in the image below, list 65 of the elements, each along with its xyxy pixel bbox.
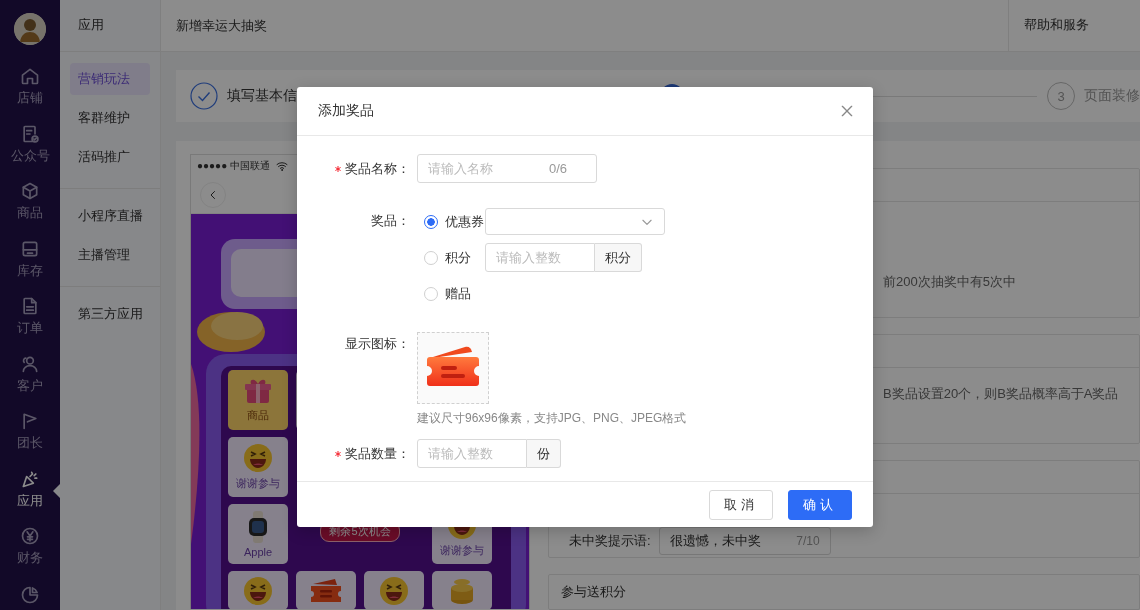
menu-item[interactable]: 活码推广 xyxy=(70,141,150,173)
close-button[interactable] xyxy=(839,103,855,119)
points-input[interactable]: 请输入整数 xyxy=(485,243,595,272)
prize-label: Apple xyxy=(243,545,273,558)
nav-item[interactable]: 店铺 xyxy=(0,58,60,116)
nav-item[interactable]: 财务 xyxy=(0,518,60,576)
menu-item[interactable]: 主播管理 xyxy=(70,239,150,271)
laughing-emoji-icon xyxy=(379,575,409,606)
hint-text: B奖品设置20个，则B奖品概率高于A奖品 xyxy=(883,386,1119,402)
unit-label: 份 xyxy=(527,439,561,468)
radio-label: 积分 xyxy=(445,248,472,267)
step-label: 填写基本信 xyxy=(227,87,297,105)
document-check-icon xyxy=(20,123,40,144)
help-link[interactable]: 帮助和服务 xyxy=(1008,0,1140,52)
cancel-button[interactable]: 取消 xyxy=(709,489,773,520)
menu-item[interactable]: 第三方应用 xyxy=(70,298,150,330)
hint-text: 建议尺寸96x96像素，支持JPG、PNG、JPEG格式 xyxy=(417,410,688,427)
nav-item[interactable]: 库存 xyxy=(0,230,60,288)
nav-item[interactable]: 订单 xyxy=(0,288,60,346)
wifi-icon xyxy=(276,160,288,172)
hint-text: 前200次抽奖中有5次中 xyxy=(883,274,1016,289)
radio-label: 优惠券 xyxy=(445,212,485,231)
menu-item[interactable]: 营销玩法 xyxy=(70,63,150,95)
section-title: 参与送积分 xyxy=(561,584,626,599)
field-label: 未中奖提示语: xyxy=(569,531,651,550)
coupon-select[interactable] xyxy=(485,208,665,235)
nav-item[interactable]: 公众号 xyxy=(0,115,60,173)
radio-label: 赠品 xyxy=(445,284,472,303)
nav-item[interactable]: 商品 xyxy=(0,173,60,231)
char-count: 0/6 xyxy=(548,161,567,176)
check-circle-icon xyxy=(190,82,218,110)
confirm-button[interactable]: 确认 xyxy=(788,489,852,520)
nav-item[interactable]: 客户 xyxy=(0,345,60,403)
laughing-emoji-icon xyxy=(243,443,273,473)
upload-box[interactable] xyxy=(417,332,489,404)
prize-label: 谢谢参与 xyxy=(236,476,280,491)
dialog-title: 添加奖品 xyxy=(318,102,374,120)
avatar[interactable] xyxy=(14,13,46,45)
close-icon xyxy=(839,103,855,119)
document-icon xyxy=(20,296,40,317)
prize-label: 谢谢参与 xyxy=(440,543,484,558)
box-icon xyxy=(20,181,40,202)
yen-icon xyxy=(20,526,40,547)
message-field[interactable]: 很遗憾，未中奖 7/10 xyxy=(658,526,831,555)
unit-label: 积分 xyxy=(595,243,642,272)
prize-label: 商品 xyxy=(247,408,269,423)
gift-icon xyxy=(243,377,273,405)
laughing-emoji-icon xyxy=(243,575,273,606)
menu-item[interactable]: 小程序直播 xyxy=(70,200,150,232)
field-label: 奖品： xyxy=(371,211,410,230)
ticket-icon xyxy=(309,577,343,604)
radio-button[interactable] xyxy=(424,214,438,229)
nav-item[interactable]: 团长 xyxy=(0,403,60,461)
home-icon xyxy=(20,66,40,87)
page-title: 新增幸运大抽奖 xyxy=(175,16,268,35)
party-popper-icon xyxy=(20,468,40,489)
coin-drawing xyxy=(197,312,265,352)
field-label: 奖品数量： xyxy=(345,444,410,463)
carrier-text: ●●●●● 中国联通 xyxy=(197,159,270,173)
flag-icon xyxy=(20,411,40,432)
subnav-title: 应用 xyxy=(60,0,160,52)
quantity-input[interactable]: 请输入整数 xyxy=(417,439,527,468)
field-label: 奖品名称： xyxy=(345,159,410,178)
field-label: 显示图标： xyxy=(345,334,410,353)
menu-item[interactable]: 客群维护 xyxy=(70,102,150,134)
